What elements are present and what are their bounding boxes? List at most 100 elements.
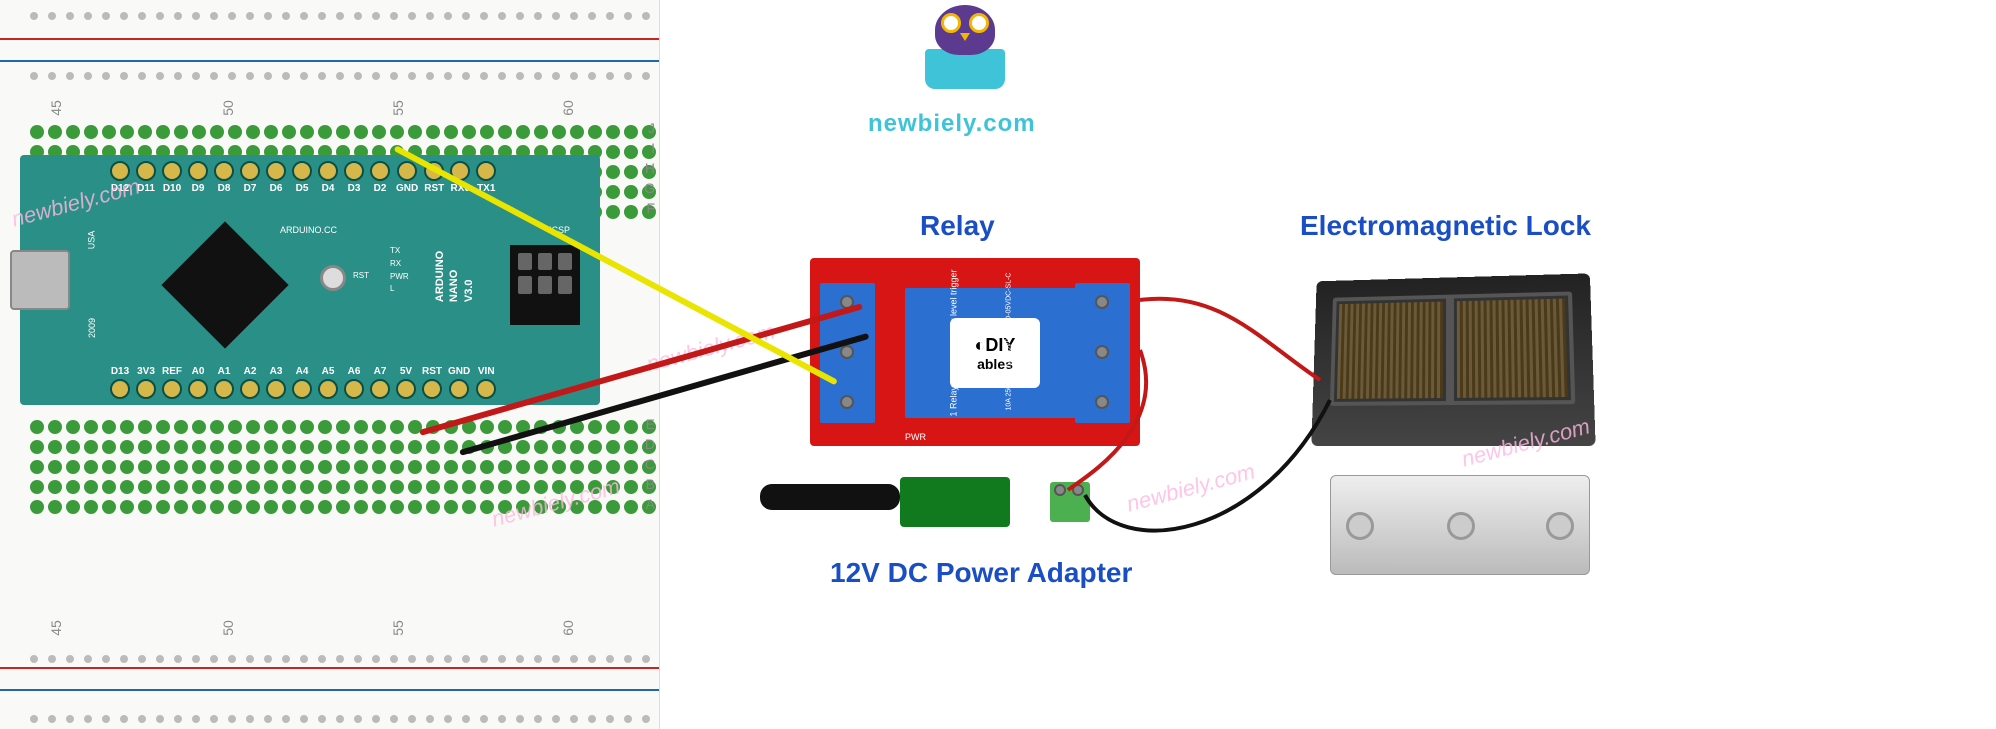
breadboard-hole [408, 480, 422, 494]
breadboard-hole [102, 500, 116, 514]
breadboard-hole [480, 12, 488, 20]
breadboard-hole [480, 72, 488, 80]
nano-pin-VIN: VIN [476, 366, 496, 399]
breadboard-hole [552, 715, 560, 723]
nano-pin-D8: D8 [214, 161, 234, 194]
breadboard-hole [282, 655, 290, 663]
breadboard-hole [444, 125, 458, 139]
breadboard-hole [30, 460, 44, 474]
breadboard-hole [480, 655, 488, 663]
nano-pins-top: D12D11D10D9D8D7D6D5D4D3D2GNDRSTRX0TX1 [110, 161, 496, 194]
breadboard-hole [156, 12, 164, 20]
row-label: F [646, 200, 655, 216]
breadboard-hole [444, 655, 452, 663]
breadboard-hole [300, 420, 314, 434]
dc-power-adapter [880, 472, 1060, 532]
breadboard-hole [588, 655, 596, 663]
breadboard-hole [390, 715, 398, 723]
reset-button[interactable] [320, 265, 346, 291]
breadboard-hole [642, 715, 650, 723]
nano-pin-D7: D7 [240, 161, 260, 194]
breadboard-hole [372, 72, 380, 80]
breadboard-hole [390, 420, 404, 434]
breadboard-hole [408, 440, 422, 454]
breadboard-hole [408, 460, 422, 474]
breadboard-hole [570, 72, 578, 80]
breadboard-hole [246, 440, 260, 454]
breadboard-hole [588, 715, 596, 723]
breadboard-hole [228, 12, 236, 20]
nano-pin-D2: D2 [370, 161, 390, 194]
breadboard-hole [534, 460, 548, 474]
breadboard-hole [372, 715, 380, 723]
nano-pin-A2: A2 [240, 366, 260, 399]
breadboard-hole [588, 125, 602, 139]
col-label: 45 [48, 100, 64, 116]
breadboard-hole [174, 12, 182, 20]
breadboard-hole [228, 480, 242, 494]
breadboard-hole [552, 125, 566, 139]
breadboard-hole [282, 420, 296, 434]
breadboard-hole [120, 655, 128, 663]
breadboard-hole [264, 655, 272, 663]
breadboard-hole [156, 715, 164, 723]
breadboard-hole [426, 125, 440, 139]
nano-pin-D6: D6 [266, 161, 286, 194]
breadboard-hole [498, 12, 506, 20]
newbiely-logo [895, 5, 1035, 89]
breadboard-hole [210, 500, 224, 514]
breadboard-hole [264, 72, 272, 80]
breadboard-hole [624, 460, 638, 474]
breadboard-hole [480, 480, 494, 494]
breadboard-hole [390, 655, 398, 663]
breadboard-hole [606, 440, 620, 454]
maglock-coil [1334, 299, 1446, 402]
breadboard-hole [372, 440, 386, 454]
breadboard-hole [156, 420, 170, 434]
breadboard-hole [246, 500, 260, 514]
breadboard-hole [246, 715, 254, 723]
breadboard-hole [48, 72, 56, 80]
breadboard-hole [462, 125, 476, 139]
breadboard-hole [156, 440, 170, 454]
icsp-header [510, 245, 580, 325]
breadboard-hole [66, 480, 80, 494]
breadboard-hole [264, 500, 278, 514]
nano-pin-A4: A4 [292, 366, 312, 399]
breadboard-hole [102, 440, 116, 454]
nano-pin-D4: D4 [318, 161, 338, 194]
breadboard-hole [624, 440, 638, 454]
nano-pin-D3: D3 [344, 161, 364, 194]
nano-pin-RST: RST [422, 366, 442, 399]
breadboard-hole [534, 440, 548, 454]
breadboard-hole [120, 500, 134, 514]
breadboard-hole [624, 72, 632, 80]
arduino-cc-label: ARDUINO.CC [280, 225, 337, 235]
breadboard-hole [606, 72, 614, 80]
nano-pin-A0: A0 [188, 366, 208, 399]
breadboard-hole [606, 460, 620, 474]
breadboard-hole [120, 480, 134, 494]
breadboard-hole [336, 715, 344, 723]
breadboard-hole [318, 460, 332, 474]
breadboard-hole [66, 125, 80, 139]
breadboard-hole [228, 72, 236, 80]
breadboard-hole [354, 420, 368, 434]
breadboard-hole [354, 460, 368, 474]
breadboard-hole [30, 72, 38, 80]
breadboard-hole [624, 145, 638, 159]
breadboard-hole [30, 420, 44, 434]
breadboard-hole [66, 460, 80, 474]
breadboard-hole [552, 12, 560, 20]
breadboard-hole [48, 500, 62, 514]
breadboard-hole [138, 440, 152, 454]
breadboard-hole [84, 480, 98, 494]
breadboard-hole [426, 655, 434, 663]
breadboard-hole [318, 715, 326, 723]
breadboard-hole [462, 72, 470, 80]
breadboard-hole [84, 500, 98, 514]
atmega-chip [161, 221, 288, 348]
breadboard-hole [624, 125, 638, 139]
col-label: 45 [48, 620, 64, 636]
breadboard-hole [102, 715, 110, 723]
